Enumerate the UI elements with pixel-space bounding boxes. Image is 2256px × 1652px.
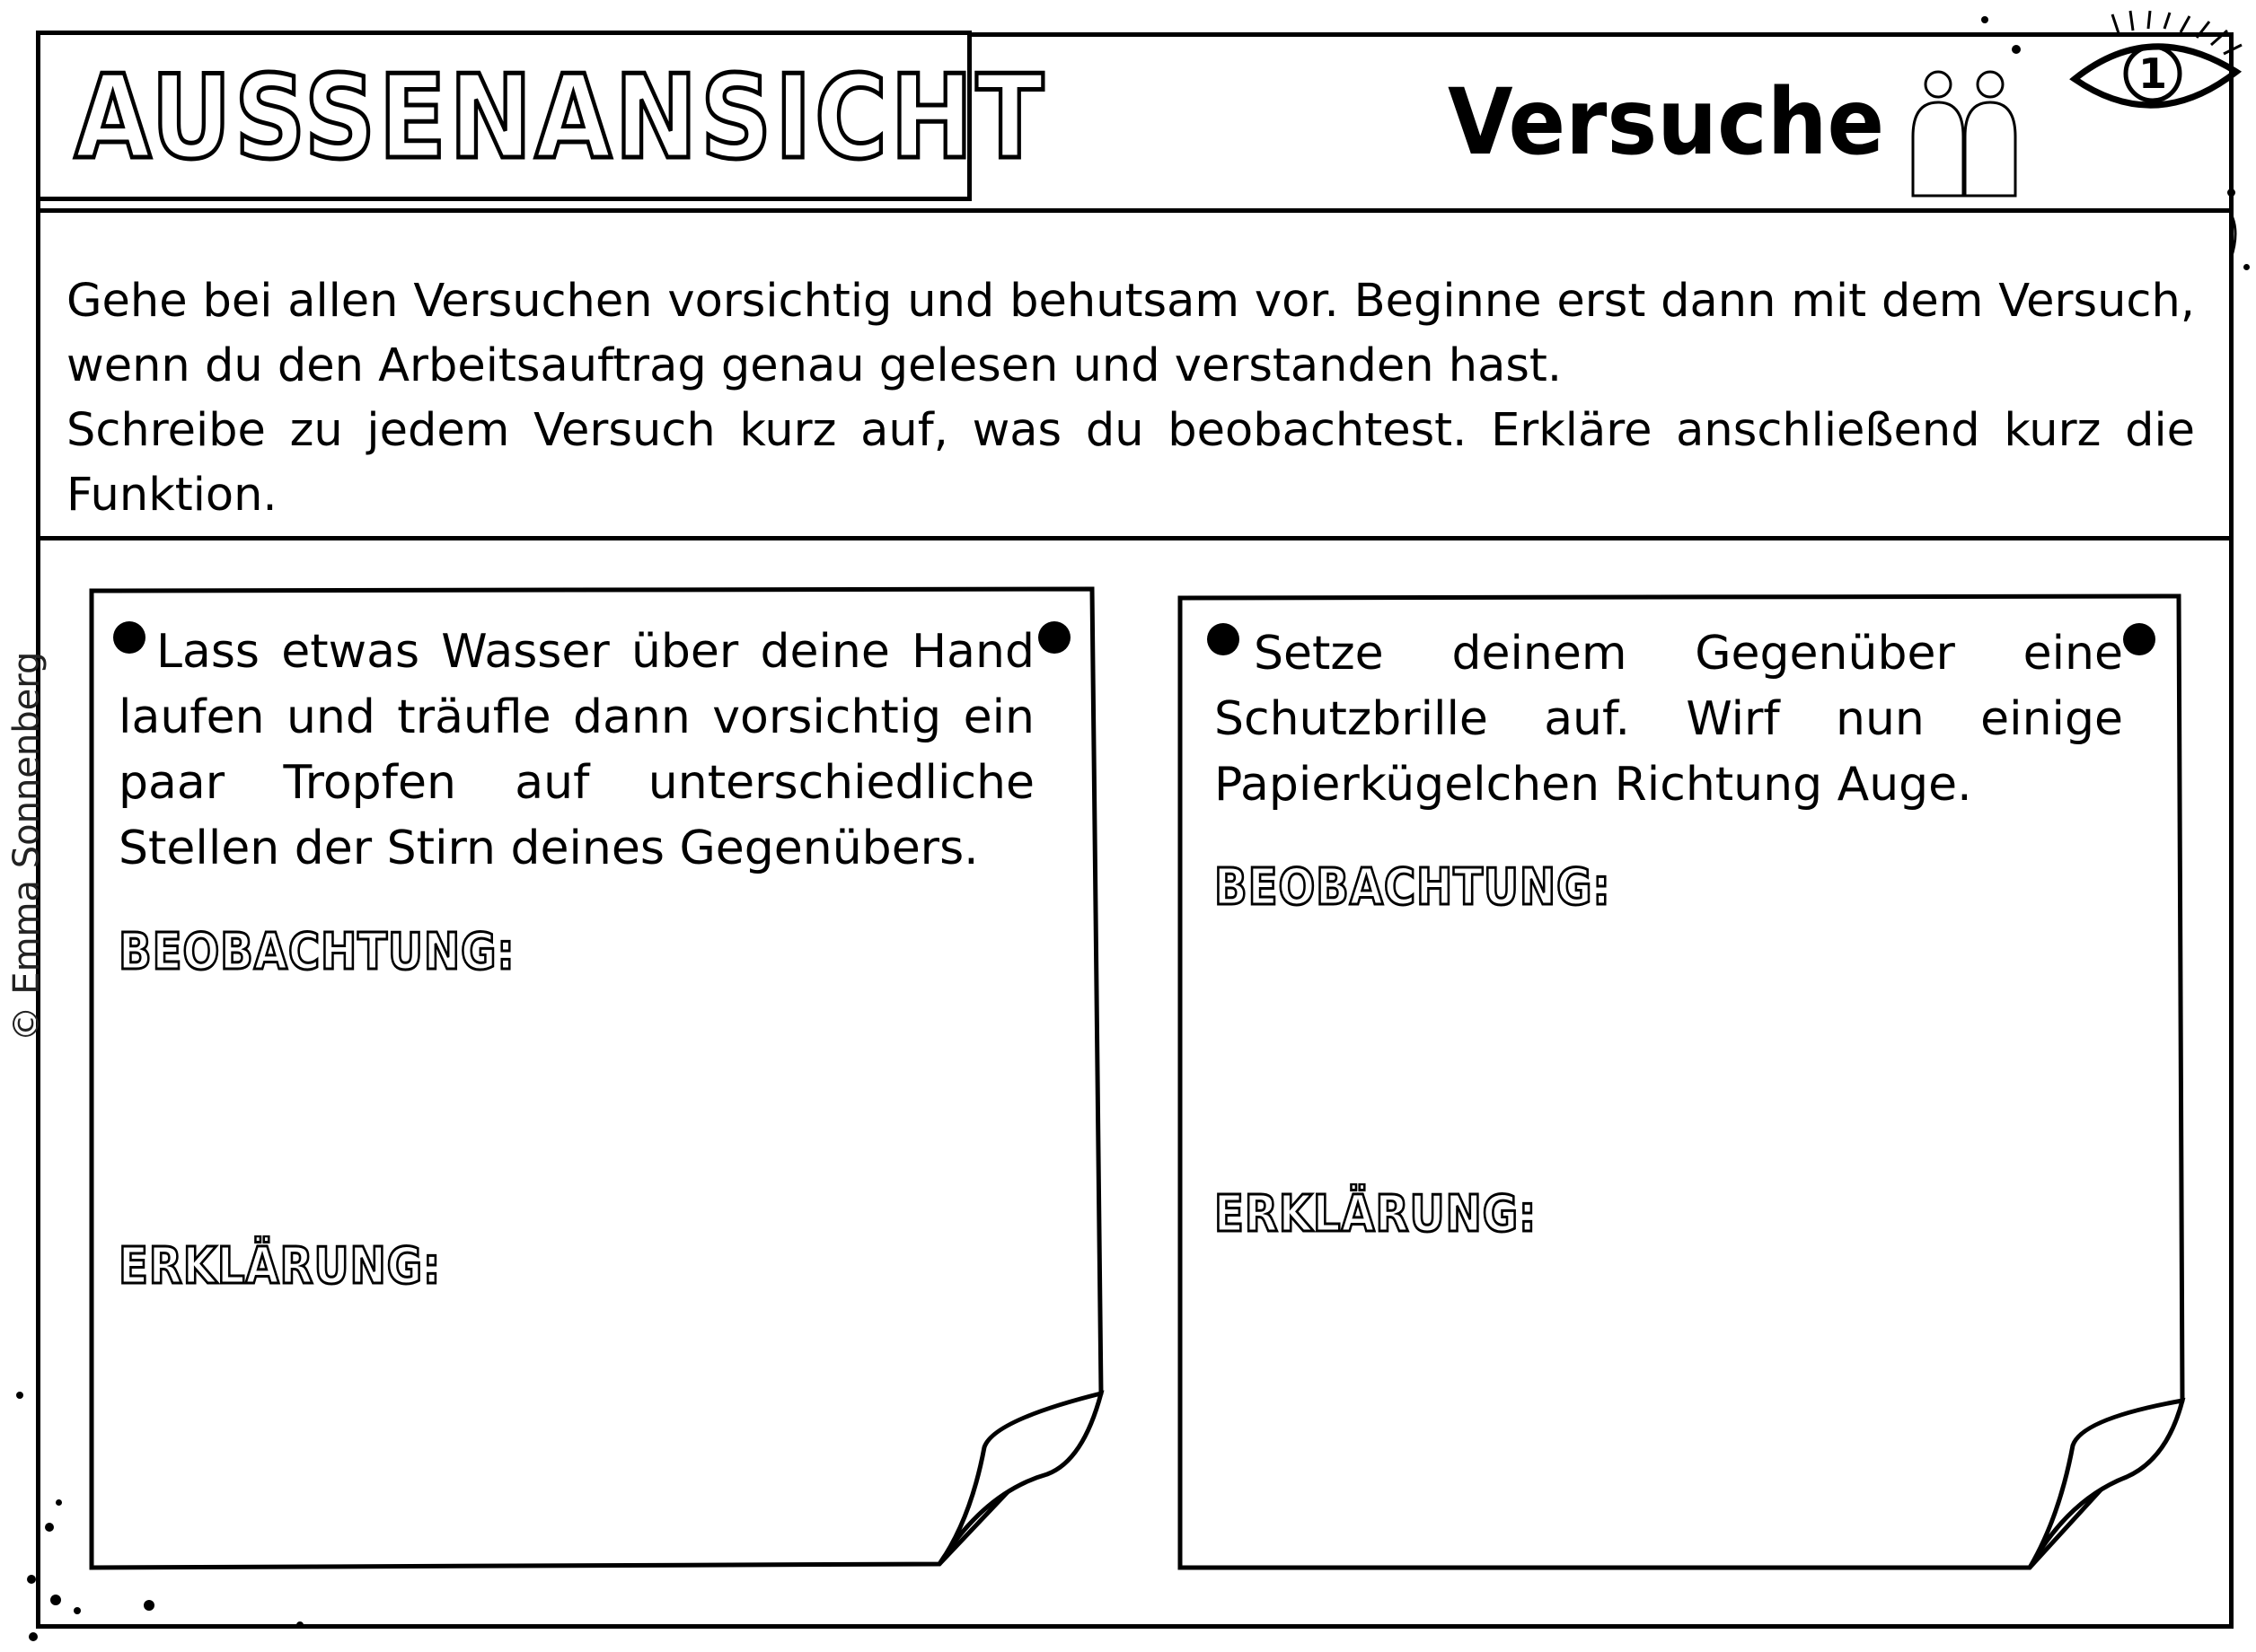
- section-heading: Versuche: [1448, 69, 1885, 176]
- ink-speck: [296, 1621, 304, 1629]
- ink-speck: [56, 1499, 62, 1506]
- experiment-card-2: Setze deinem Gegenüber eine Schutzbrille…: [1175, 593, 2190, 1571]
- ink-speck: [27, 1575, 36, 1584]
- page-number: 1: [2138, 49, 2167, 98]
- explanation-label: ERKLÄRUNG:: [118, 1236, 442, 1297]
- ink-speck: [45, 1523, 54, 1532]
- observation-label: BEOBACHTUNG:: [118, 922, 516, 983]
- ink-speck: [2227, 189, 2235, 197]
- eye-icon: 1: [2066, 9, 2254, 129]
- ink-speck: [50, 1595, 61, 1605]
- instructions-paragraph-1: Gehe bei allen Versuchen vorsichtig und …: [66, 275, 2195, 392]
- explanation-label: ERKLÄRUNG:: [1213, 1184, 1538, 1245]
- ink-speck: [2012, 45, 2021, 54]
- ink-speck: [1981, 16, 1988, 23]
- title-box: AUSSENANSICHT: [36, 31, 1045, 201]
- pin-dot-icon: [1038, 621, 1071, 654]
- experiment-task: Lass etwas Wasser über deine Hand laufen…: [119, 625, 1035, 875]
- experiment-task: Setze deinem Gegenüber eine Schutzbrille…: [1214, 627, 2123, 812]
- experiment-card-1: Lass etwas Wasser über deine Hand laufen…: [86, 585, 1110, 1573]
- instructions-paragraph-2: Schreibe zu jedem Versuch kurz auf, was …: [66, 404, 2195, 522]
- ink-speck: [16, 1392, 23, 1399]
- instructions-text: Gehe bei allen Versuchen vorsichtig und …: [66, 269, 2195, 528]
- observation-label: BEOBACHTUNG:: [1213, 857, 1611, 918]
- ink-speck: [74, 1607, 81, 1614]
- ink-speck: [2243, 264, 2250, 270]
- worksheet-title: AUSSENANSICHT: [73, 49, 1047, 188]
- pin-dot-icon: [2123, 623, 2155, 655]
- ink-speck: [29, 1632, 38, 1641]
- ink-speck: [144, 1600, 154, 1611]
- copyright-note: © Emma Sonnenberg: [6, 651, 48, 1042]
- two-people-icon: [1904, 65, 2021, 203]
